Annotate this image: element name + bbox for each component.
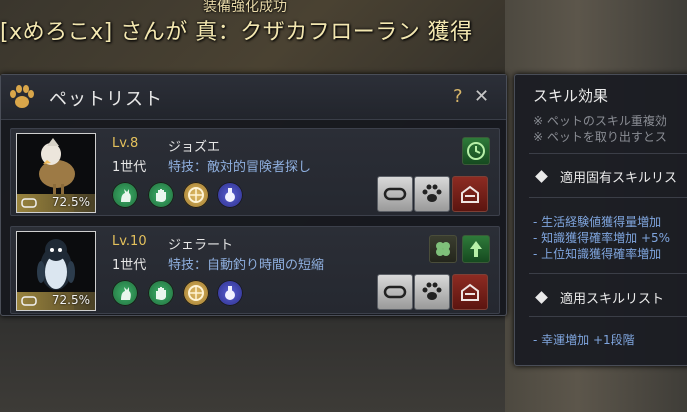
paw-command-icon[interactable] <box>414 176 450 212</box>
feed-percent: 72.5% <box>51 293 90 307</box>
inherent-skill-item: - 生活経験値獲得量増加 <box>533 215 662 229</box>
cat-icon[interactable] <box>112 280 138 306</box>
feed-bowl-icon[interactable] <box>377 176 413 212</box>
feed-percent: 72.5% <box>51 195 90 209</box>
pet-generation: 1世代 <box>112 160 147 175</box>
close-icon[interactable]: ✕ <box>474 86 489 107</box>
pet-level: Lv.10 <box>112 234 147 249</box>
skill-note: ※ ペットを取り出すとス <box>533 130 667 144</box>
clover-icon <box>429 235 457 263</box>
divider <box>529 153 687 154</box>
feed-gauge: 72.5% <box>17 194 95 212</box>
skill-effect-panel: スキル効果 ※ ペットのスキル重複効 ※ ペットを取り出すとス 適用固有スキルリ… <box>514 74 687 366</box>
release-icon[interactable] <box>452 176 488 212</box>
bowl-icon <box>21 296 37 306</box>
pet-name: ジェラート <box>168 238 234 253</box>
pet-generation: 1世代 <box>112 258 147 273</box>
pet-portrait[interactable]: 72.5% <box>16 133 96 213</box>
pet-portrait[interactable]: 72.5% <box>16 231 96 311</box>
pet-row[interactable]: 72.5% Lv.8 ジョズエ 1世代 特技：敵対的冒険者探し <box>10 128 500 216</box>
banner-message: [xめろこx] さんが 真：クザカフローラン 獲得 <box>0 20 473 45</box>
hand-icon[interactable] <box>148 280 174 306</box>
inherent-skill-header: 適用固有スキルリス <box>535 167 677 186</box>
chocobo-chick-image <box>39 138 75 194</box>
inherent-skill-item: - 知識獲得確率増加 +5% <box>533 231 671 245</box>
applied-skill-header: 適用スキルリスト <box>535 288 664 307</box>
divider <box>529 197 687 198</box>
penguin-image <box>37 239 75 290</box>
applied-skill-item: - 幸運増加 +1段階 <box>533 333 635 347</box>
hand-icon[interactable] <box>148 182 174 208</box>
cat-icon[interactable] <box>112 182 138 208</box>
inherent-skill-item: - 上位知識獲得確率増加 <box>533 247 662 261</box>
potion-icon[interactable] <box>217 182 243 208</box>
feed-gauge: 72.5% <box>17 292 95 310</box>
bowl-icon <box>21 198 37 208</box>
potion-icon[interactable] <box>217 280 243 306</box>
tree-icon <box>462 235 490 263</box>
compass-icon[interactable] <box>183 280 209 306</box>
window-header[interactable]: ペットリスト ? ✕ <box>1 75 506 120</box>
pet-name: ジョズエ <box>168 140 221 155</box>
skill-note: ※ ペットのスキル重複効 <box>533 114 667 128</box>
pet-level: Lv.8 <box>112 136 139 151</box>
compass-icon[interactable] <box>183 182 209 208</box>
skill-panel-title: スキル効果 <box>533 87 609 105</box>
divider <box>529 273 687 274</box>
background-floor <box>0 300 505 412</box>
window-title: ペットリスト <box>49 89 163 110</box>
feed-bowl-icon[interactable] <box>377 274 413 310</box>
pet-list-window: ペットリスト ? ✕ 72.5% Lv.8 ジョズエ 1世代 特技：敵対的冒険者… <box>0 74 507 316</box>
release-icon[interactable] <box>452 274 488 310</box>
clock-tree-icon <box>462 137 490 165</box>
paw-icon <box>10 85 34 108</box>
pet-row[interactable]: 72.5% Lv.10 ジェラート 1世代 特技：自動釣り時間の短縮 <box>10 226 500 314</box>
pet-talent: 特技：敵対的冒険者探し <box>168 160 312 175</box>
help-icon[interactable]: ? <box>453 86 463 107</box>
paw-command-icon[interactable] <box>414 274 450 310</box>
divider <box>529 316 687 317</box>
notification-banner: 装備強化成功 [xめろこx] さんが 真：クザカフローラン 獲得 <box>0 0 540 48</box>
pet-talent: 特技：自動釣り時間の短縮 <box>168 258 325 273</box>
